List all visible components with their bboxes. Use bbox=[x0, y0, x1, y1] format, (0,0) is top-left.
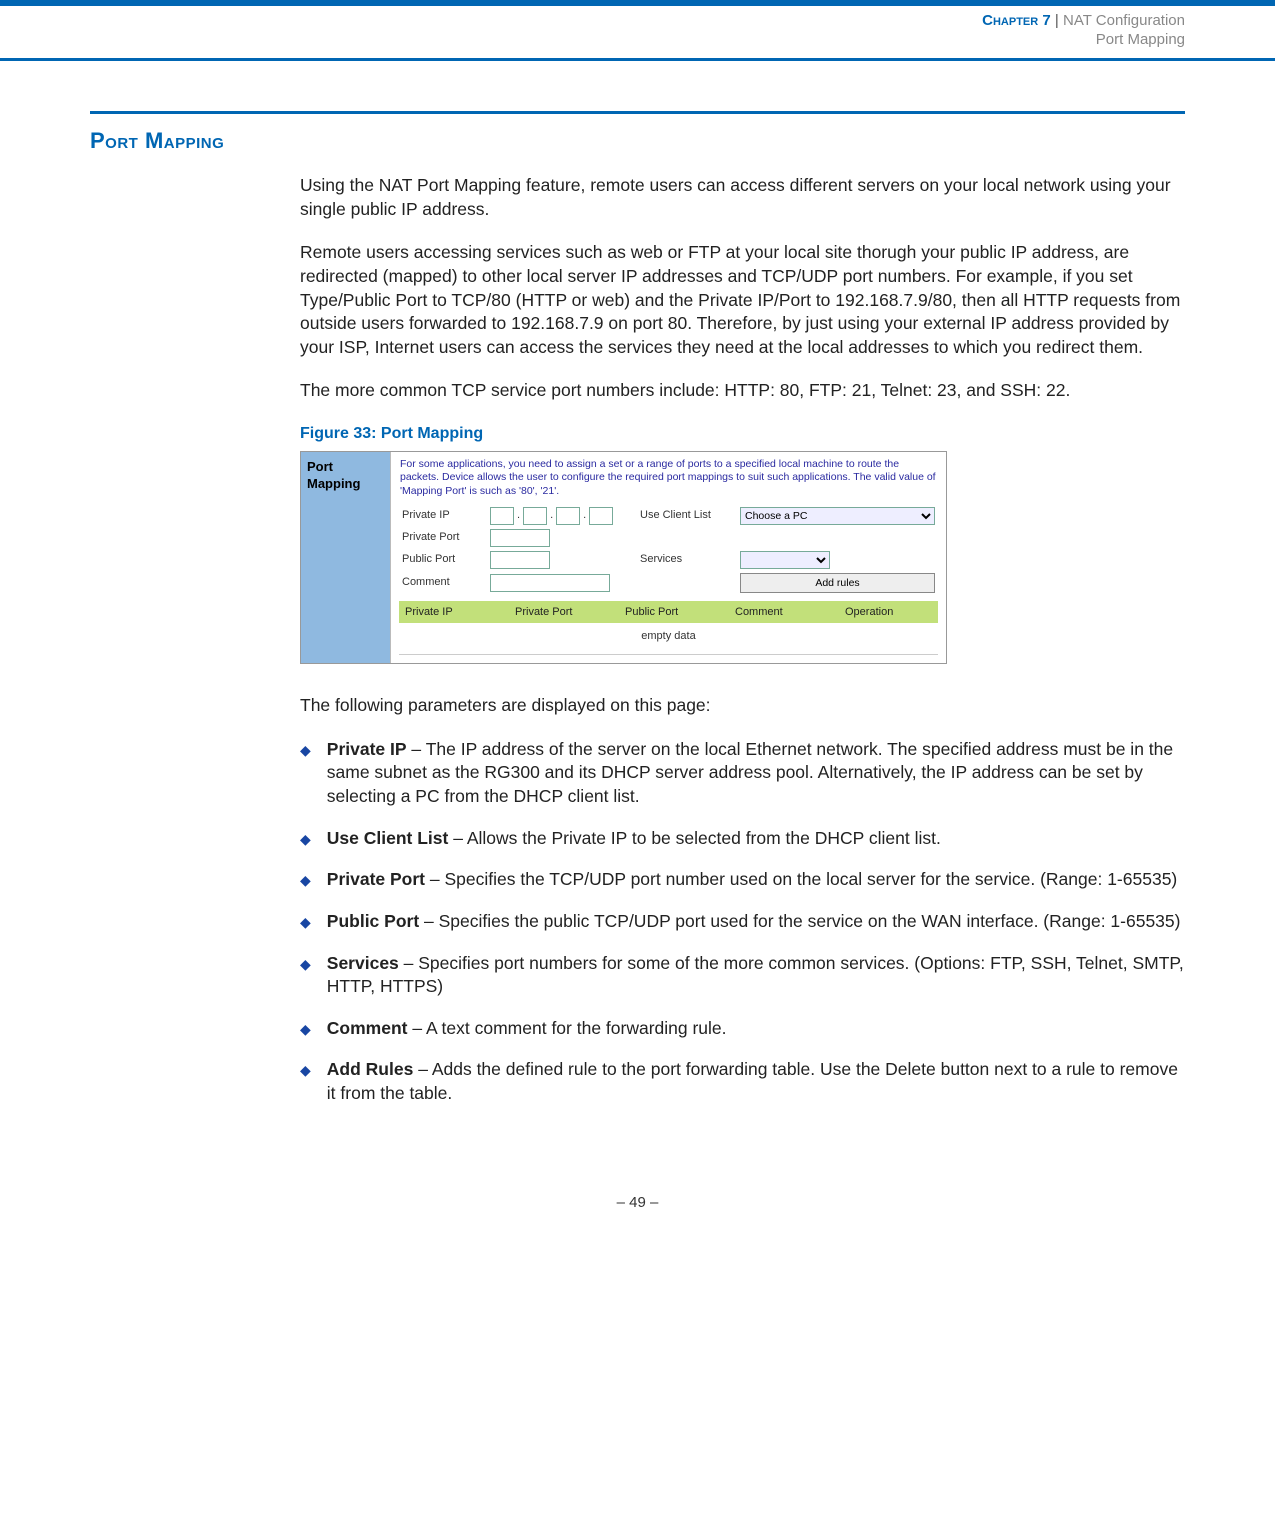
param-name: Use Client List bbox=[327, 828, 449, 848]
client-list-select[interactable]: Choose a PC bbox=[740, 507, 935, 525]
public-port-input[interactable] bbox=[490, 551, 550, 569]
diamond-bullet-icon: ◆ bbox=[300, 741, 311, 809]
services-select[interactable] bbox=[740, 551, 830, 569]
param-name: Services bbox=[327, 953, 399, 973]
param-name: Comment bbox=[327, 1018, 408, 1038]
param-desc: – Adds the defined rule to the port forw… bbox=[327, 1059, 1178, 1103]
param-desc: – The IP address of the server on the lo… bbox=[327, 739, 1173, 806]
diamond-bullet-icon: ◆ bbox=[300, 955, 311, 999]
list-item: ◆ Public Port – Specifies the public TCP/… bbox=[300, 910, 1185, 934]
th-public-port: Public Port bbox=[625, 605, 735, 620]
body-column: Using the NAT Port Mapping feature, remo… bbox=[300, 174, 1185, 1106]
ip-octet-3[interactable] bbox=[556, 507, 580, 525]
content-area: Port Mapping Using the NAT Port Mapping … bbox=[0, 61, 1275, 1164]
param-desc: – Specifies port numbers for some of the… bbox=[327, 953, 1184, 997]
param-name: Private IP bbox=[327, 739, 407, 759]
screenshot-sidebar-title: Port Mapping bbox=[301, 452, 391, 664]
header-chapter: Chapter 7 bbox=[982, 12, 1051, 29]
private-port-input[interactable] bbox=[490, 529, 550, 547]
screenshot-figure: Port Mapping For some applications, you … bbox=[300, 451, 947, 665]
label-services: Services bbox=[640, 552, 730, 567]
th-comment: Comment bbox=[735, 605, 845, 620]
screenshot-form: Private IP . . . Use Client List Choose … bbox=[396, 503, 941, 601]
ip-octet-4[interactable] bbox=[589, 507, 613, 525]
paragraph-2: Remote users accessing services such as … bbox=[300, 241, 1185, 359]
page-header: Chapter 7 | NAT Configuration Port Mappi… bbox=[0, 6, 1275, 54]
label-comment: Comment bbox=[402, 575, 480, 590]
page-number: – 49 – bbox=[0, 1164, 1275, 1251]
param-name: Private Port bbox=[327, 869, 425, 889]
header-category: NAT Configuration bbox=[1063, 12, 1185, 29]
section-title: Port Mapping bbox=[90, 128, 1185, 154]
header-separator: | bbox=[1055, 12, 1059, 29]
diamond-bullet-icon: ◆ bbox=[300, 913, 311, 934]
label-private-ip: Private IP bbox=[402, 508, 480, 523]
list-item: ◆ Use Client List – Allows the Private IP… bbox=[300, 827, 1185, 851]
screenshot-main: For some applications, you need to assig… bbox=[391, 452, 946, 664]
param-desc: – Specifies the TCP/UDP port number used… bbox=[425, 869, 1177, 889]
th-private-ip: Private IP bbox=[405, 605, 515, 620]
add-rules-button[interactable]: Add rules bbox=[740, 573, 935, 593]
parameter-list: ◆ Private IP – The IP address of the serv… bbox=[300, 738, 1185, 1106]
th-operation: Operation bbox=[845, 605, 932, 620]
header-subtitle: Port Mapping bbox=[0, 31, 1185, 48]
comment-input[interactable] bbox=[490, 574, 610, 592]
ip-octet-2[interactable] bbox=[523, 507, 547, 525]
label-use-client-list: Use Client List bbox=[640, 508, 730, 523]
th-private-port: Private Port bbox=[515, 605, 625, 620]
param-desc: – A text comment for the forwarding rule… bbox=[407, 1018, 726, 1038]
diamond-bullet-icon: ◆ bbox=[300, 1061, 311, 1105]
screenshot-table-header: Private IP Private Port Public Port Comm… bbox=[399, 601, 938, 624]
param-name: Public Port bbox=[327, 911, 419, 931]
list-item: ◆ Add Rules – Adds the defined rule to th… bbox=[300, 1058, 1185, 1105]
diamond-bullet-icon: ◆ bbox=[300, 830, 311, 851]
diamond-bullet-icon: ◆ bbox=[300, 871, 311, 892]
param-desc: – Specifies the public TCP/UDP port used… bbox=[419, 911, 1180, 931]
paragraph-1: Using the NAT Port Mapping feature, remo… bbox=[300, 174, 1185, 221]
param-desc: – Allows the Private IP to be selected f… bbox=[448, 828, 941, 848]
diamond-bullet-icon: ◆ bbox=[300, 1020, 311, 1041]
param-name: Add Rules bbox=[327, 1059, 414, 1079]
figure-caption: Figure 33: Port Mapping bbox=[300, 423, 1185, 445]
list-item: ◆ Services – Specifies port numbers for s… bbox=[300, 952, 1185, 999]
ip-octet-1[interactable] bbox=[490, 507, 514, 525]
private-ip-group: . . . bbox=[490, 507, 630, 525]
label-private-port: Private Port bbox=[402, 530, 480, 545]
list-item: ◆ Private Port – Specifies the TCP/UDP po… bbox=[300, 868, 1185, 892]
paragraph-3: The more common TCP service port numbers… bbox=[300, 379, 1185, 403]
label-public-port: Public Port bbox=[402, 552, 480, 567]
section-rule bbox=[90, 111, 1185, 114]
params-intro: The following parameters are displayed o… bbox=[300, 694, 1185, 718]
screenshot-description: For some applications, you need to assig… bbox=[396, 452, 941, 503]
screenshot-empty-row: empty data bbox=[399, 623, 938, 655]
list-item: ◆ Comment – A text comment for the forwar… bbox=[300, 1017, 1185, 1041]
list-item: ◆ Private IP – The IP address of the serv… bbox=[300, 738, 1185, 809]
